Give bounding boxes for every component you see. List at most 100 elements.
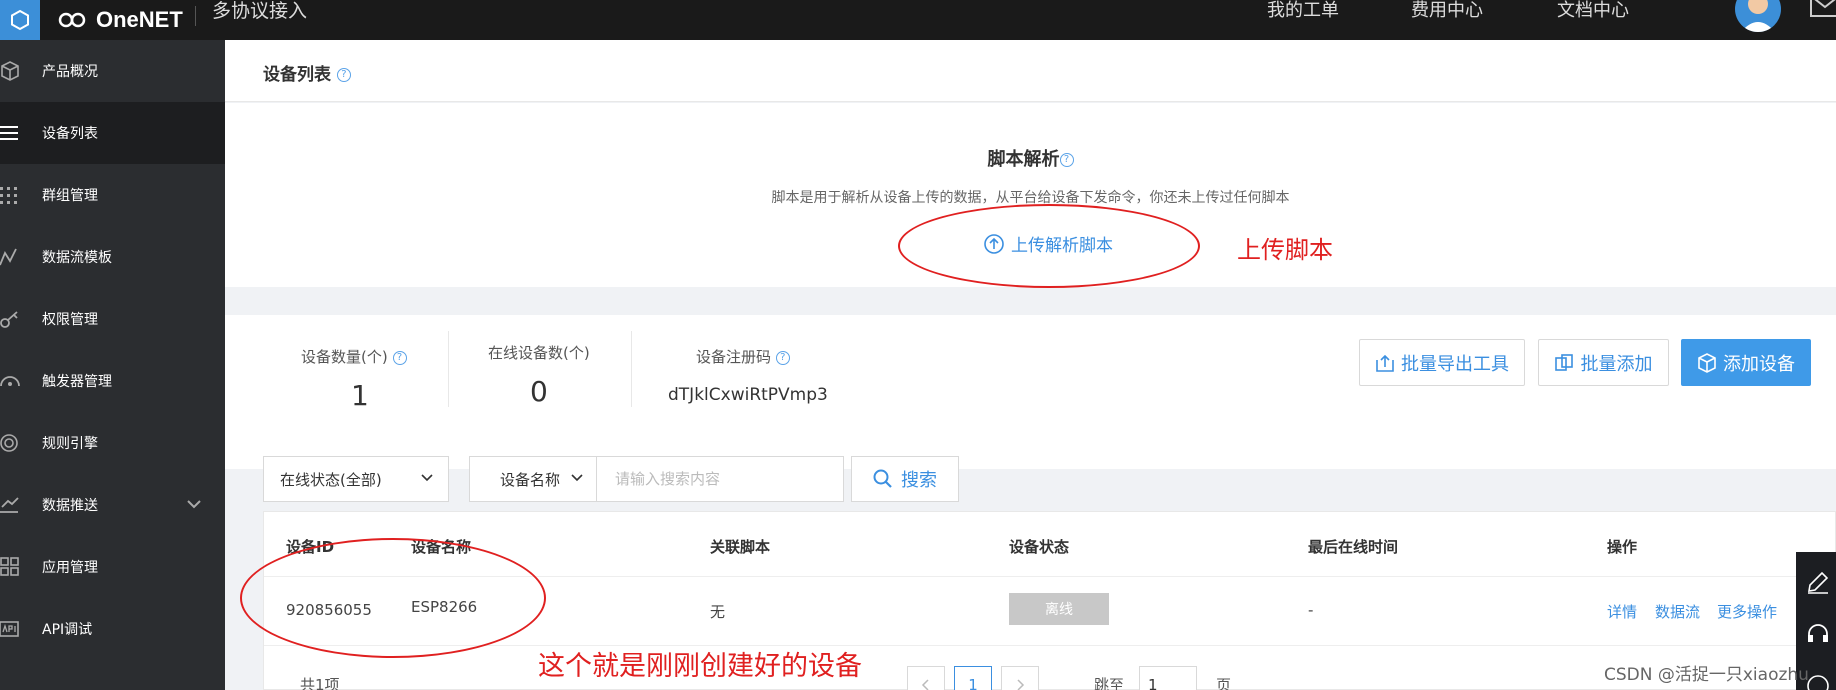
- sidebar-item-label: 产品概况: [42, 64, 98, 80]
- divider: [195, 6, 196, 26]
- help-icon[interactable]: ?: [336, 68, 351, 82]
- logo-icon[interactable]: [0, 0, 40, 40]
- help-circle-icon[interactable]: [1806, 674, 1830, 690]
- push-icon: [0, 497, 19, 513]
- sidebar: 产品概况 设备列表 群组管理 数据流模板 权限管理 触发器管理 规则引擎 数据推…: [0, 40, 225, 690]
- api-icon: [0, 621, 19, 637]
- column-header-operations: 操作: [1607, 538, 1638, 556]
- trend-icon: [0, 248, 17, 266]
- search-field-value: 设备名称: [500, 470, 561, 489]
- annotation-circle-device: [240, 538, 546, 658]
- jump-page-input[interactable]: [1139, 666, 1197, 690]
- mail-icon[interactable]: [1810, 0, 1836, 22]
- chevron-down-icon: [571, 474, 583, 482]
- page-header: 设备列表 ?: [225, 40, 1836, 102]
- batch-add-label: 批量添加: [1580, 353, 1653, 375]
- product-name: 多协议接入: [212, 0, 308, 22]
- sidebar-item-product-overview[interactable]: 产品概况: [0, 40, 225, 102]
- sidebar-item-label: API调试: [42, 622, 93, 638]
- chevron-right-icon: [1017, 679, 1025, 690]
- headset-icon[interactable]: [1806, 622, 1830, 646]
- status-badge: 离线: [1009, 593, 1109, 625]
- watermark: CSDN @活捉一只xiaozhu: [1604, 665, 1809, 685]
- page-suffix: 页: [1216, 676, 1232, 690]
- jump-label: 跳至: [1094, 676, 1125, 690]
- next-page-button[interactable]: [1001, 666, 1039, 690]
- sidebar-item-label: 应用管理: [42, 560, 98, 576]
- key-icon: [0, 311, 18, 328]
- page-number-button[interactable]: 1: [954, 666, 992, 690]
- online-status-filter[interactable]: 在线状态(全部): [263, 456, 449, 502]
- sidebar-item-app-management[interactable]: 应用管理: [0, 536, 225, 598]
- annotation-upload-text: 上传脚本: [1237, 236, 1333, 264]
- nav-link-tickets[interactable]: 我的工单: [1267, 0, 1339, 22]
- more-actions-link[interactable]: 更多操作: [1717, 601, 1777, 622]
- batch-add-button[interactable]: 批量添加: [1538, 339, 1669, 386]
- column-header-script[interactable]: 关联脚本: [710, 536, 770, 557]
- add-device-button[interactable]: 添加设备: [1681, 339, 1811, 386]
- column-header-last-online[interactable]: 最后在线时间: [1308, 536, 1398, 557]
- sidebar-item-label: 设备列表: [42, 126, 98, 142]
- edit-icon[interactable]: [1806, 570, 1830, 594]
- batch-export-label: 批量导出工具: [1401, 353, 1509, 375]
- sidebar-item-trigger[interactable]: 触发器管理: [0, 350, 225, 412]
- prev-page-button[interactable]: [907, 666, 945, 690]
- help-icon[interactable]: ?: [1059, 153, 1074, 167]
- sidebar-item-permission[interactable]: 权限管理: [0, 288, 225, 350]
- sidebar-item-group-management[interactable]: 群组管理: [0, 164, 225, 226]
- sidebar-item-api-debug[interactable]: API调试: [0, 598, 225, 660]
- online-count-label: 在线设备数(个): [488, 344, 590, 362]
- sidebar-item-rule-engine[interactable]: 规则引擎: [0, 412, 225, 474]
- device-count-label: 设备数量(个) ?: [301, 346, 407, 367]
- nav-link-billing[interactable]: 费用中心: [1411, 0, 1483, 22]
- online-count-value: 0: [530, 375, 548, 408]
- sidebar-item-label: 群组管理: [42, 188, 98, 204]
- register-code-value: dTJklCxwiRtPVmp3: [668, 385, 828, 405]
- batch-add-icon: [1554, 353, 1573, 371]
- online-status-value: 在线状态(全部): [280, 470, 382, 489]
- help-icon[interactable]: ?: [392, 350, 407, 365]
- total-count: 共1项: [300, 676, 340, 690]
- details-link[interactable]: 详情: [1607, 601, 1637, 622]
- search-icon: [873, 469, 892, 488]
- sidebar-item-datastream-template[interactable]: 数据流模板: [0, 226, 225, 288]
- chevron-down-icon[interactable]: [186, 498, 202, 510]
- gauge-icon: [0, 376, 20, 387]
- list-icon: [0, 126, 18, 140]
- sidebar-item-label: 触发器管理: [42, 374, 112, 390]
- nav-link-docs[interactable]: 文档中心: [1557, 0, 1629, 22]
- pagination: 共1项 1 跳至 页: [264, 662, 1836, 690]
- sidebar-item-label: 规则引擎: [42, 436, 98, 452]
- divider: [631, 331, 632, 407]
- search-field-select[interactable]: 设备名称: [469, 456, 597, 502]
- brand[interactable]: OneNET: [58, 0, 183, 40]
- cube-icon: [1698, 352, 1716, 373]
- sidebar-item-label: 数据流模板: [42, 250, 112, 266]
- grid-dots-icon: [0, 187, 17, 204]
- sidebar-item-label: 权限管理: [42, 312, 98, 328]
- brand-name: OneNET: [96, 7, 183, 32]
- top-navbar: OneNET 多协议接入 我的工单 费用中心 文档中心: [0, 0, 1836, 40]
- onenet-logo-icon: [58, 12, 86, 28]
- device-script: 无: [710, 603, 726, 621]
- page-title: 设备列表 ?: [263, 60, 351, 85]
- cube-icon: [1, 61, 19, 81]
- script-title: 脚本解析?: [225, 145, 1836, 171]
- column-header-status[interactable]: 设备状态: [1009, 536, 1069, 557]
- divider: [448, 331, 449, 407]
- device-count-value: 1: [351, 379, 369, 412]
- target-icon: [0, 434, 18, 452]
- avatar[interactable]: [1735, 0, 1781, 32]
- last-online-time: -: [1308, 601, 1314, 619]
- sidebar-item-data-push[interactable]: 数据推送: [0, 474, 225, 536]
- search-input[interactable]: [596, 456, 844, 502]
- batch-export-button[interactable]: 批量导出工具: [1359, 339, 1525, 386]
- export-icon: [1376, 354, 1394, 372]
- datastream-link[interactable]: 数据流: [1655, 601, 1700, 622]
- sidebar-item-device-list[interactable]: 设备列表: [0, 102, 225, 164]
- search-button[interactable]: 搜索: [851, 456, 959, 502]
- chevron-left-icon: [921, 679, 929, 690]
- stats-panel: 设备数量(个) ? 1 在线设备数(个) 0 设备注册码 ? dTJklCxwi…: [225, 315, 1836, 469]
- help-icon[interactable]: ?: [775, 350, 790, 365]
- register-code-label: 设备注册码 ?: [696, 346, 790, 367]
